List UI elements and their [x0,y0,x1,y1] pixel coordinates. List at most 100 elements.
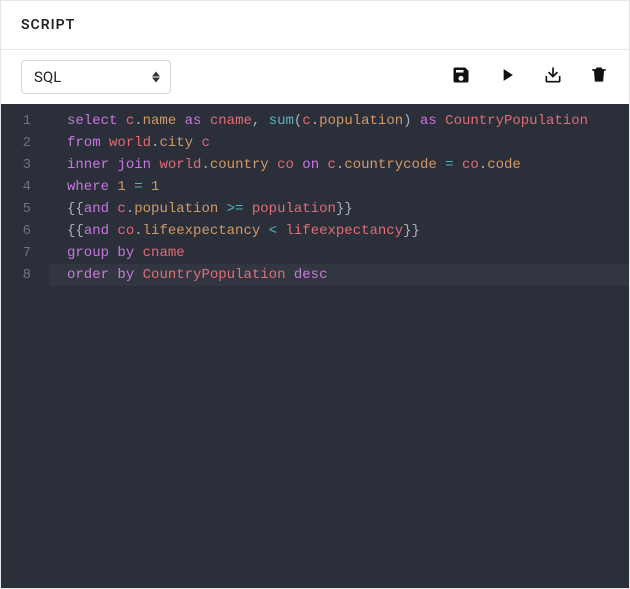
token-id: CountryPopulation [143,267,286,283]
token-plain [143,179,151,195]
code-line[interactable]: from world.city c [67,132,629,154]
download-button[interactable] [543,67,563,87]
token-kw: join [117,157,159,173]
token-id: co [462,157,479,173]
delete-button[interactable] [589,67,609,87]
line-number: 1 [1,110,41,132]
download-icon [543,65,563,89]
token-kw: select [67,113,126,129]
token-prop: population [319,113,403,129]
toolbar: SQL [1,50,629,104]
token-pun: {{ [67,223,84,239]
token-op: = [445,157,453,173]
token-kw: as [420,113,445,129]
token-op: = [134,179,142,195]
token-id: CountryPopulation [445,113,588,129]
code-line[interactable]: {{and c.population >= population}} [67,198,629,220]
token-num: 1 [151,179,159,195]
token-kw: where [67,179,117,195]
token-plain [269,157,277,173]
line-number: 3 [1,154,41,176]
token-id: cname [210,113,252,129]
token-pun: ) [403,113,411,129]
code-line[interactable]: select c.name as cname, sum(c.population… [67,110,629,132]
language-select[interactable]: SQL [21,60,171,94]
save-button[interactable] [451,67,471,87]
token-prop: countrycode [344,157,436,173]
token-plain [176,113,184,129]
token-plain [285,267,293,283]
token-pun: . [479,157,487,173]
token-plain [454,157,462,173]
token-kw: inner [67,157,117,173]
token-id: population [252,201,336,217]
token-prop: code [487,157,521,173]
token-id: lifeexpectancy [285,223,403,239]
token-kw: by [117,245,142,261]
token-pun: . [134,223,142,239]
token-id: world [159,157,201,173]
token-prop: country [210,157,269,173]
line-number: 8 [1,264,41,286]
trash-icon [589,65,609,89]
code-area[interactable]: select c.name as cname, sum(c.population… [49,104,629,588]
token-id: co [277,157,294,173]
token-id: c [117,201,125,217]
line-number: 5 [1,198,41,220]
token-id: c [201,135,209,151]
token-prop: population [134,201,218,217]
panel-title: SCRIPT [21,17,75,33]
token-func: sum [269,113,294,129]
token-kw: group [67,245,117,261]
token-id: cname [143,245,185,261]
code-line[interactable]: where 1 = 1 [67,176,629,198]
chevron-updown-icon [152,72,160,83]
line-number: 7 [1,242,41,264]
token-kw: as [185,113,210,129]
line-number: 4 [1,176,41,198]
token-kw: and [84,201,118,217]
token-pun: . [126,201,134,217]
token-plain [412,113,420,129]
token-pun: {{ [67,201,84,217]
token-kw: desc [294,267,328,283]
code-line[interactable]: {{and co.lifeexpectancy < lifeexpectancy… [67,220,629,242]
token-kw: by [117,267,142,283]
token-plain [126,179,134,195]
token-kw: on [302,157,327,173]
token-plain [218,201,226,217]
token-plain [260,223,268,239]
token-kw: from [67,135,109,151]
token-plain [243,201,251,217]
script-panel: SCRIPT SQL [0,0,630,589]
save-icon [451,65,471,89]
code-line[interactable]: group by cname [67,242,629,264]
token-kw: and [84,223,118,239]
token-id: c [302,113,310,129]
play-icon [497,65,517,89]
run-button[interactable] [497,67,517,87]
toolbar-actions [451,67,609,87]
language-select-value: SQL [34,68,61,86]
token-pun: . [134,113,142,129]
token-prop: lifeexpectancy [143,223,261,239]
line-gutter: 12345678 [1,104,49,588]
token-pun: . [311,113,319,129]
token-kw: order [67,267,117,283]
code-line[interactable]: inner join world.country co on c.country… [67,154,629,176]
token-prop: name [143,113,177,129]
token-id: world [109,135,151,151]
token-num: 1 [117,179,125,195]
token-id: c [126,113,134,129]
token-plain [437,157,445,173]
token-pun: . [201,157,209,173]
code-editor[interactable]: 12345678 select c.name as cname, sum(c.p… [1,104,629,588]
token-pun: , [252,113,269,129]
token-op: >= [227,201,244,217]
code-line[interactable]: order by CountryPopulation desc [67,264,629,286]
token-id: c [328,157,336,173]
token-op: < [269,223,277,239]
token-pun: }} [336,201,353,217]
panel-header: SCRIPT [1,1,629,50]
line-number: 6 [1,220,41,242]
